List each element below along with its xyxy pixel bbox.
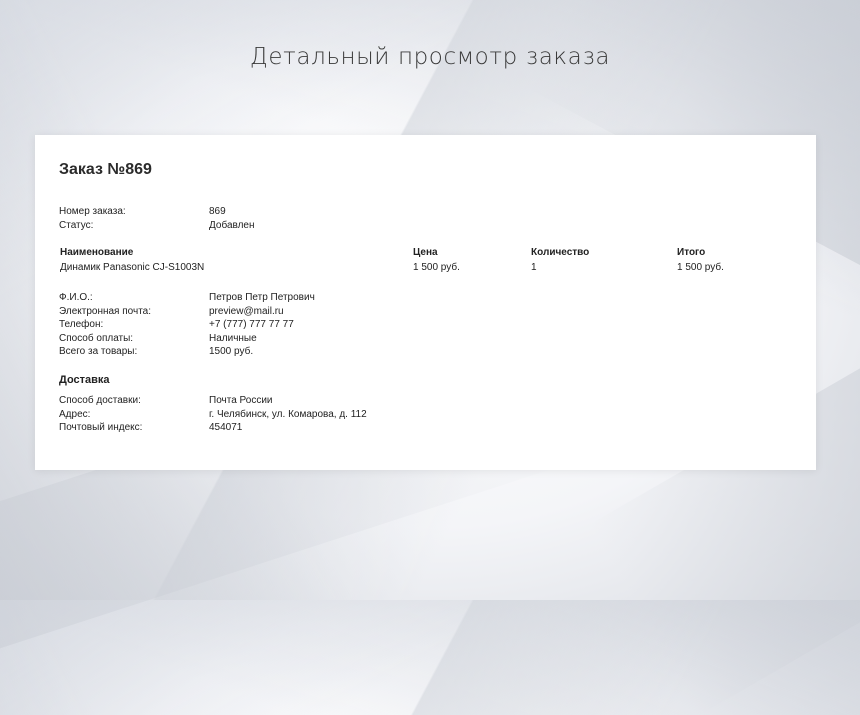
delivery-address-row: Адрес: г. Челябинск, ул. Комарова, д. 11… — [59, 408, 367, 422]
customer-info: Ф.И.О.: Петров Петр Петрович Электронная… — [59, 291, 315, 359]
order-title: Заказ №869 — [59, 161, 152, 178]
field-label: Способ доставки: — [59, 395, 141, 406]
delivery-info: Способ доставки: Почта России Адрес: г. … — [59, 394, 367, 435]
field-label: Электронная почта: — [59, 305, 152, 317]
delivery-method-row: Способ доставки: Почта России — [59, 394, 367, 408]
column-header-price: Цена — [413, 247, 438, 258]
item-name: Динамик Panasonic CJ-S1003N — [60, 262, 205, 273]
customer-phone-value: +7 (777) 777 77 77 — [209, 319, 294, 330]
column-header-quantity: Количество — [531, 247, 590, 258]
page-heading: Детальный просмотр заказа — [249, 44, 611, 70]
item-quantity: 1 — [531, 262, 537, 273]
field-label: Номер заказа: — [59, 206, 126, 217]
order-status-value: Добавлен — [209, 219, 255, 231]
customer-name-row: Ф.И.О.: Петров Петр Петрович — [59, 291, 315, 305]
customer-phone-row: Телефон: +7 (777) 777 77 77 — [59, 318, 315, 332]
field-label: Всего за товары: — [59, 346, 138, 357]
postal-code-row: Почтовый индекс: 454071 — [59, 421, 367, 435]
field-label: Способ оплаты: — [59, 332, 134, 344]
payment-method-row: Способ оплаты: Наличные — [59, 332, 315, 346]
order-detail-card: Заказ №869 Номер заказа: 869 Статус: Доб… — [35, 135, 816, 470]
order-info: Номер заказа: 869 Статус: Добавлен — [59, 205, 255, 232]
field-label: Адрес: — [59, 408, 91, 420]
column-header-total: Итого — [677, 247, 706, 258]
goods-total-value: 1500 руб. — [209, 346, 254, 357]
delivery-section-title: Доставка — [59, 374, 110, 386]
page-background: { "page": { "heading": "Детальный просмо… — [0, 0, 860, 715]
order-status-row: Статус: Добавлен — [59, 219, 255, 233]
order-number-row: Номер заказа: 869 — [59, 205, 255, 219]
postal-code-value: 454071 — [209, 422, 243, 433]
customer-name-value: Петров Петр Петрович — [209, 292, 315, 303]
items-header-row: Наименование Цена Количество Итого — [59, 247, 759, 262]
delivery-address-value: г. Челябинск, ул. Комарова, д. 112 — [209, 408, 367, 420]
order-items-table: Наименование Цена Количество Итого Динам… — [59, 247, 759, 277]
payment-method-value: Наличные — [209, 332, 257, 344]
goods-total-row: Всего за товары: 1500 руб. — [59, 345, 315, 359]
item-price: 1 500 руб. — [413, 262, 460, 273]
column-header-name: Наименование — [60, 247, 134, 258]
field-label: Телефон: — [59, 319, 104, 330]
customer-email-row: Электронная почта: preview@mail.ru — [59, 305, 315, 319]
order-number-value: 869 — [209, 206, 226, 217]
field-label: Ф.И.О.: — [59, 292, 93, 303]
table-row: Динамик Panasonic CJ-S1003N 1 500 руб. 1… — [59, 262, 759, 277]
delivery-method-value: Почта России — [209, 395, 273, 406]
field-label: Статус: — [59, 219, 94, 231]
customer-email-value: preview@mail.ru — [209, 305, 284, 317]
field-label: Почтовый индекс: — [59, 422, 143, 433]
item-total: 1 500 руб. — [677, 262, 724, 273]
